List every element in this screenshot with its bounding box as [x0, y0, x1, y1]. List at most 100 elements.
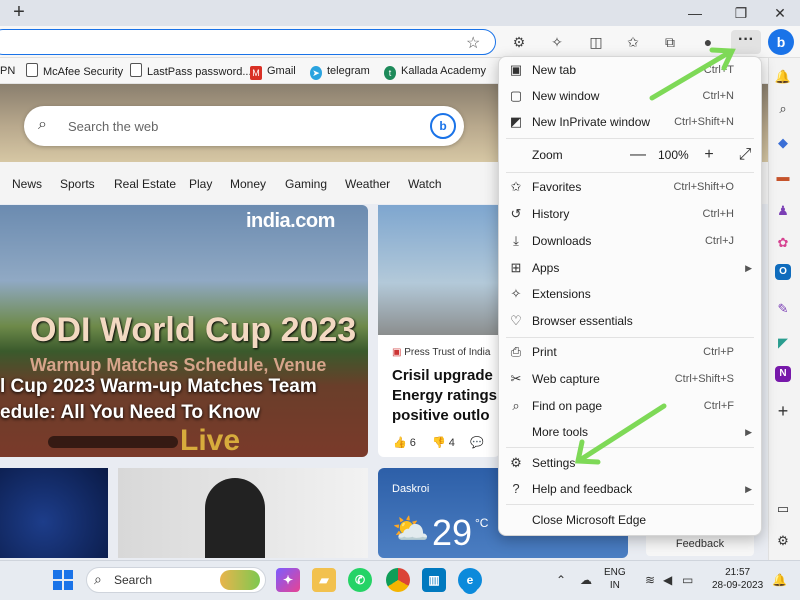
apps-icon: ⊞	[510, 260, 522, 275]
nav-sports[interactable]: Sports	[60, 177, 95, 191]
horoscope-tile[interactable]	[0, 468, 108, 558]
split-screen-icon[interactable]: ◫	[583, 30, 609, 54]
weather-unit: °C	[475, 516, 489, 530]
whatsapp-icon[interactable]: ✆	[348, 568, 372, 592]
menu-label: New tab	[532, 63, 577, 77]
battery-icon[interactable]: ▭	[682, 573, 693, 587]
add-icon[interactable]: +	[772, 400, 794, 422]
minimize-icon[interactable]: —	[680, 2, 710, 24]
fav-item[interactable]: LastPass password...	[130, 63, 252, 79]
menu-item-new-tab[interactable]: ▣ New tab Ctrl+T	[498, 57, 762, 83]
wifi-icon[interactable]: ≋	[645, 573, 655, 587]
menu-label: Favorites	[532, 180, 582, 194]
games-icon[interactable]: ♟	[772, 200, 794, 222]
clock-date: 28-09-2023	[712, 580, 764, 591]
headline-line: l Cup 2023 Warm-up Matches Team	[0, 376, 317, 397]
fav-item[interactable]: PN	[0, 63, 15, 79]
extensions-icon[interactable]: ✧	[544, 30, 570, 54]
nav-weather[interactable]: Weather	[345, 177, 390, 191]
address-bar[interactable]	[0, 29, 496, 55]
fav-item[interactable]: ➤ telegram	[310, 63, 370, 80]
menu-item-print[interactable]: ⎙ Print Ctrl+P	[498, 339, 762, 365]
profile-icon[interactable]: ●	[695, 30, 721, 54]
fullscreen-icon[interactable]: ⤢	[735, 141, 755, 169]
designer-icon[interactable]: ✎	[772, 298, 794, 320]
menu-item-favorites[interactable]: ✩ Favorites Ctrl+Shift+O	[498, 174, 762, 200]
plus-icon[interactable]: +	[8, 2, 30, 23]
robot-icon[interactable]: ⚙	[506, 30, 532, 54]
notification-icon[interactable]: 🔔	[772, 573, 787, 587]
restore-icon[interactable]: ❐	[726, 2, 756, 24]
chrome-icon[interactable]	[386, 568, 410, 592]
menu-label: Find on page	[532, 399, 603, 413]
zoom-value: 100%	[658, 148, 689, 162]
zoom-plus-label: +	[704, 146, 714, 163]
gear-icon[interactable]: ⚙	[772, 530, 794, 552]
menu-item-web-capture[interactable]: ✂ Web capture Ctrl+Shift+S	[498, 366, 762, 392]
trello-icon[interactable]: ▥	[422, 568, 446, 592]
bing-icon[interactable]: b	[430, 113, 456, 139]
nav-money[interactable]: Money	[230, 177, 266, 191]
zoom-in-button[interactable]: +	[699, 141, 719, 169]
like-button[interactable]: 👍 6	[393, 436, 416, 449]
side-headline[interactable]: Crisil upgrade Energy ratings positive o…	[392, 366, 500, 426]
menu-item-downloads[interactable]: ⤓ Downloads Ctrl+J	[498, 228, 762, 254]
nav-gaming[interactable]: Gaming	[285, 177, 327, 191]
chevron-up-icon[interactable]: ⌃	[556, 573, 566, 587]
menu-item-history[interactable]: ↺ History Ctrl+H	[498, 201, 762, 227]
fav-item[interactable]: McAfee Security	[26, 63, 123, 79]
gear-icon: ⚙	[510, 455, 522, 470]
nav-real-estate[interactable]: Real Estate	[114, 177, 176, 191]
main-headline[interactable]: l Cup 2023 Warm-up Matches Team edule: A…	[0, 374, 317, 426]
partly-cloudy-icon: ⛅	[392, 513, 430, 546]
bell-icon[interactable]: 🔔	[772, 66, 794, 88]
comment-icon[interactable]: 💬	[470, 436, 484, 449]
tag-icon[interactable]: ◆	[772, 132, 794, 154]
menu-item-close-edge[interactable]: Close Microsoft Edge	[498, 507, 762, 533]
more-options-button[interactable]: ···	[731, 30, 761, 54]
menu-item-new-window[interactable]: ▢ New window Ctrl+N	[498, 83, 762, 109]
menu-item-browser-essentials[interactable]: ♡ Browser essentials	[498, 308, 762, 334]
search-icon[interactable]: ⌕	[772, 98, 794, 120]
file-explorer-icon[interactable]: ▰	[312, 568, 336, 592]
download-icon: ⤓	[513, 233, 519, 248]
zoom-out-button[interactable]: —	[628, 141, 648, 169]
collections-icon[interactable]: ⧉	[657, 30, 683, 54]
sidebar-toggle-icon[interactable]: ▭	[772, 498, 794, 520]
language-indicator[interactable]: ENG IN	[604, 566, 626, 592]
edge-icon[interactable]: e	[458, 568, 482, 592]
story-image	[378, 205, 500, 335]
outlook-icon[interactable]: O	[775, 264, 791, 280]
close-icon[interactable]: ✕	[765, 2, 795, 24]
copilot-design-icon[interactable]: ✿	[772, 232, 794, 254]
menu-item-find-on-page[interactable]: ⌕ Find on page Ctrl+F	[498, 393, 762, 419]
favorites-icon[interactable]: ✩	[620, 30, 646, 54]
system-clock[interactable]: 21:57 28-09-2023	[712, 566, 763, 592]
copilot-app-icon[interactable]: ✦	[276, 568, 300, 592]
menu-item-settings[interactable]: ⚙ Settings	[498, 450, 762, 476]
fav-item[interactable]: M Gmail	[250, 63, 296, 80]
widget-image	[220, 570, 260, 590]
menu-item-extensions[interactable]: ✧ Extensions	[498, 281, 762, 307]
menu-item-more-tools[interactable]: More tools ▶	[498, 419, 762, 445]
nav-watch[interactable]: Watch	[408, 177, 442, 191]
weather-temp: 29	[432, 512, 473, 553]
carousel-dots[interactable]	[48, 436, 178, 448]
star-icon[interactable]: ☆	[466, 33, 480, 53]
menu-shortcut: Ctrl+F	[703, 400, 734, 412]
menu-item-inprivate[interactable]: ◩ New InPrivate window Ctrl+Shift+N	[498, 109, 762, 135]
windows-start-icon[interactable]	[52, 569, 74, 591]
volume-icon[interactable]: ◀	[663, 573, 672, 587]
cloud-icon[interactable]: ☁	[580, 573, 592, 587]
fav-item[interactable]: t Kallada Academy	[384, 63, 486, 80]
nav-news[interactable]: News	[12, 177, 42, 191]
nav-play[interactable]: Play	[189, 177, 212, 191]
menu-item-help-feedback[interactable]: ? Help and feedback ▶	[498, 476, 762, 502]
menu-item-apps[interactable]: ⊞ Apps ▶	[498, 255, 762, 281]
more-label: ···	[738, 31, 754, 48]
copilot-icon[interactable]: b	[768, 29, 794, 55]
drop-icon[interactable]: ◤	[772, 332, 794, 354]
toolbox-icon[interactable]: ▬	[772, 166, 794, 188]
onenote-icon[interactable]: N	[775, 366, 791, 382]
dislike-button[interactable]: 👎 4	[432, 436, 455, 449]
